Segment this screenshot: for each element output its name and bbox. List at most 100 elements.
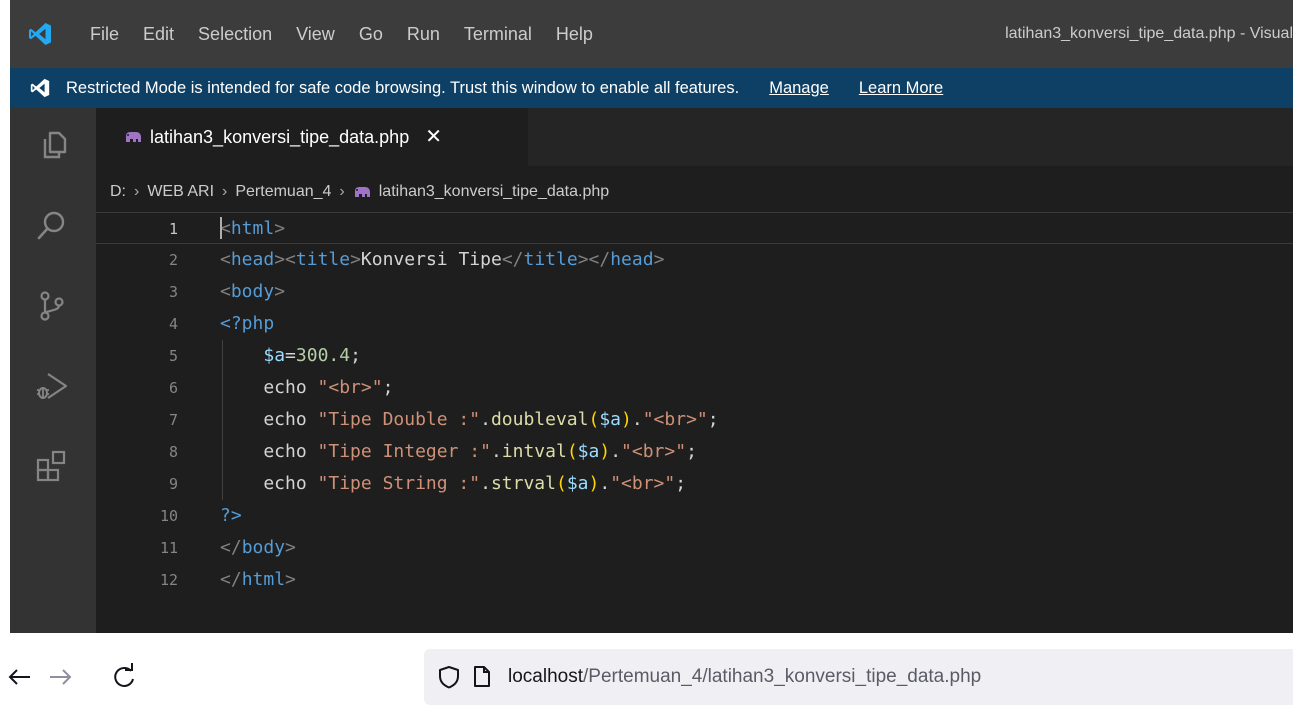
menu-edit[interactable]: Edit <box>143 24 174 45</box>
code-token: "Tipe String :" <box>317 473 481 494</box>
code-line[interactable]: 11 </body> <box>96 532 1293 564</box>
window-title: latihan3_konversi_tipe_data.php - Visual <box>1005 25 1293 42</box>
url-host: localhost <box>508 666 583 687</box>
code-token: . <box>490 441 502 462</box>
tab-latihan3-konversi-tipe-data[interactable]: latihan3_konversi_tipe_data.php ✕ <box>96 108 528 166</box>
search-icon[interactable] <box>34 208 70 244</box>
line-number: 9 <box>168 475 178 493</box>
vscode-logo-icon <box>30 78 50 98</box>
line-number: 7 <box>168 411 178 429</box>
code-token: . <box>480 409 491 430</box>
code-token: < <box>220 281 231 302</box>
code-line[interactable]: 8 echo "Tipe Integer :".intval($a)."<br>… <box>96 436 1293 468</box>
code-line[interactable]: 7 echo "Tipe Double :".doubleval($a)."<b… <box>96 404 1293 436</box>
menu-view[interactable]: View <box>296 24 335 45</box>
line-number: 12 <box>159 571 178 589</box>
code-token: <?php <box>220 313 275 334</box>
code-token: head <box>610 249 654 270</box>
code-token: body <box>241 537 286 558</box>
url-text[interactable]: localhost/Pertemuan_4/latihan3_konversi_… <box>508 649 981 705</box>
code-token: . <box>610 441 622 462</box>
code-token: ; <box>675 473 687 494</box>
breadcrumb-item-web-ari[interactable]: WEB ARI <box>147 183 214 201</box>
back-arrow-icon[interactable] <box>0 657 40 697</box>
reload-icon[interactable] <box>104 657 144 697</box>
code-text: <body> <box>220 276 285 308</box>
code-token: ( <box>588 409 600 430</box>
menu-file[interactable]: File <box>90 24 119 45</box>
line-number: 2 <box>168 251 178 269</box>
activity-bar <box>10 108 96 633</box>
page-info-icon[interactable] <box>472 665 492 689</box>
breadcrumb-item-pertemuan-4[interactable]: Pertemuan_4 <box>235 183 331 201</box>
menu-help[interactable]: Help <box>556 24 593 45</box>
manage-link[interactable]: Manage <box>769 79 829 98</box>
code-editor[interactable]: 1 <html> 2 <head><title>Konversi Tipe</titl… <box>96 212 1293 633</box>
code-line[interactable]: 4 <?php <box>96 308 1293 340</box>
code-token: ; <box>686 441 697 462</box>
code-token: ; <box>350 345 361 366</box>
indent-guide <box>222 340 223 500</box>
code-token: > <box>274 218 286 239</box>
code-token: > <box>285 569 296 590</box>
code-line[interactable]: 9 echo "Tipe String :".strval($a)."<br>"… <box>96 468 1293 500</box>
code-text: $a=300.4; <box>220 340 361 372</box>
line-number: 1 <box>168 220 178 238</box>
code-text: echo "Tipe Double :".doubleval($a)."<br>… <box>220 404 718 436</box>
menu-go[interactable]: Go <box>359 24 383 45</box>
line-number: 8 <box>168 443 178 461</box>
breadcrumb-item-drive[interactable]: D: <box>110 183 126 201</box>
code-line[interactable]: 3 <body> <box>96 276 1293 308</box>
code-token: ; <box>382 377 394 398</box>
extensions-icon[interactable] <box>34 448 70 484</box>
line-number: 6 <box>168 379 178 397</box>
tracking-protection-shield-icon[interactable] <box>438 665 460 689</box>
code-token: > <box>350 249 361 270</box>
code-token: "<br>" <box>610 473 676 494</box>
code-token: echo <box>220 473 318 494</box>
code-line[interactable]: 10 ?> <box>96 500 1293 532</box>
breadcrumb-item-file[interactable]: latihan3_konversi_tipe_data.php <box>379 183 609 201</box>
code-line[interactable]: 2 <head><title>Konversi Tipe</title></hea… <box>96 244 1293 276</box>
code-token: "<br>" <box>621 441 687 462</box>
source-control-icon[interactable] <box>34 288 70 324</box>
breadcrumb-separator-icon: › <box>339 183 345 200</box>
code-line[interactable]: 12 </html> <box>96 564 1293 596</box>
code-token: < <box>220 249 231 270</box>
code-token: echo <box>220 377 318 398</box>
menu-selection[interactable]: Selection <box>198 24 272 45</box>
code-text: </body> <box>220 532 296 564</box>
learn-more-link[interactable]: Learn More <box>859 79 943 98</box>
breadcrumb-separator-icon: › <box>222 183 228 200</box>
menu-terminal[interactable]: Terminal <box>464 24 532 45</box>
restricted-mode-banner: Restricted Mode is intended for safe cod… <box>10 68 1293 108</box>
code-token: head <box>230 249 275 270</box>
tab-label: latihan3_konversi_tipe_data.php <box>150 126 410 147</box>
php-elephant-icon <box>126 132 141 142</box>
code-token: 300.4 <box>295 345 351 366</box>
tab-close-icon[interactable]: ✕ <box>425 127 442 147</box>
code-text: <html> <box>220 213 285 245</box>
code-token: ) <box>588 473 600 494</box>
code-token: html <box>230 218 275 239</box>
code-line[interactable]: 1 <html> <box>96 212 1293 244</box>
line-number: 10 <box>159 507 178 525</box>
code-line[interactable]: 6 echo "<br>"; <box>96 372 1293 404</box>
code-line[interactable]: 5 $a=300.4; <box>96 340 1293 372</box>
code-token: ></ <box>577 249 611 270</box>
editor-tab-strip: latihan3_konversi_tipe_data.php ✕ <box>96 108 1293 166</box>
code-token: >< <box>274 249 296 270</box>
code-token: title <box>295 249 351 270</box>
code-token: doubleval <box>490 409 589 430</box>
explorer-icon[interactable] <box>34 128 70 164</box>
code-token: "Tipe Double :" <box>317 409 481 430</box>
run-debug-icon[interactable] <box>34 368 70 404</box>
code-token: </ <box>220 569 242 590</box>
code-text: echo "Tipe String :".strval($a)."<br>"; <box>220 468 686 500</box>
menu-run[interactable]: Run <box>407 24 440 45</box>
address-bar[interactable]: localhost/Pertemuan_4/latihan3_konversi_… <box>424 649 1293 705</box>
code-token: ?> <box>220 505 242 526</box>
forward-arrow-icon[interactable] <box>40 657 80 697</box>
code-token: $a <box>577 441 600 462</box>
line-number: 11 <box>159 539 178 557</box>
